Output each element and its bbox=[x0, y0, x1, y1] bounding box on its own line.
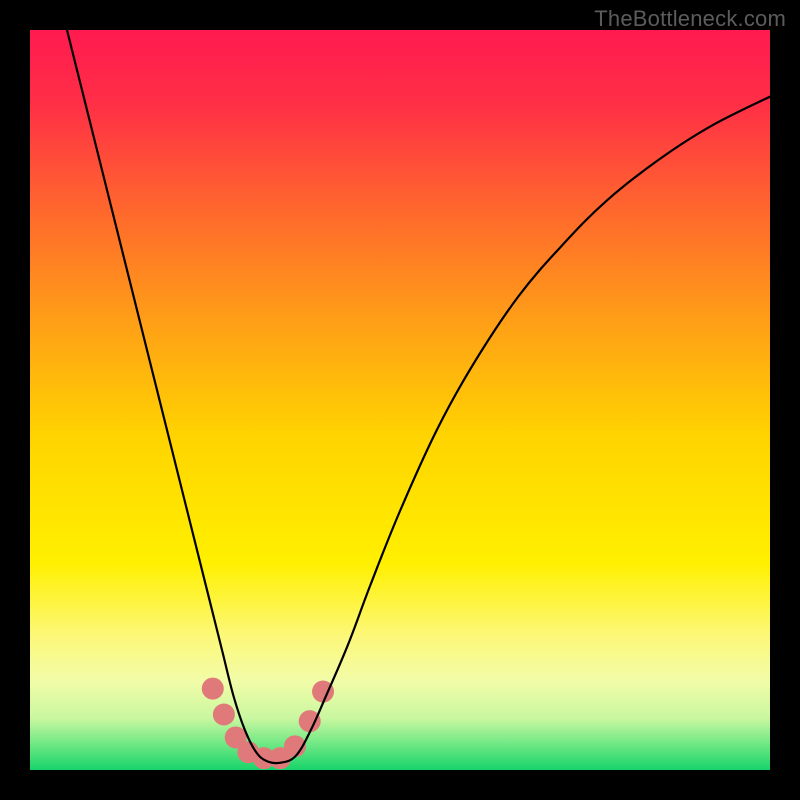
curve-marker bbox=[213, 704, 235, 726]
chart-frame: TheBottleneck.com bbox=[0, 0, 800, 800]
watermark-text: TheBottleneck.com bbox=[594, 6, 786, 32]
bottleneck-curve bbox=[67, 30, 770, 763]
curve-layer bbox=[30, 30, 770, 770]
curve-marker bbox=[202, 678, 224, 700]
plot-area bbox=[30, 30, 770, 770]
